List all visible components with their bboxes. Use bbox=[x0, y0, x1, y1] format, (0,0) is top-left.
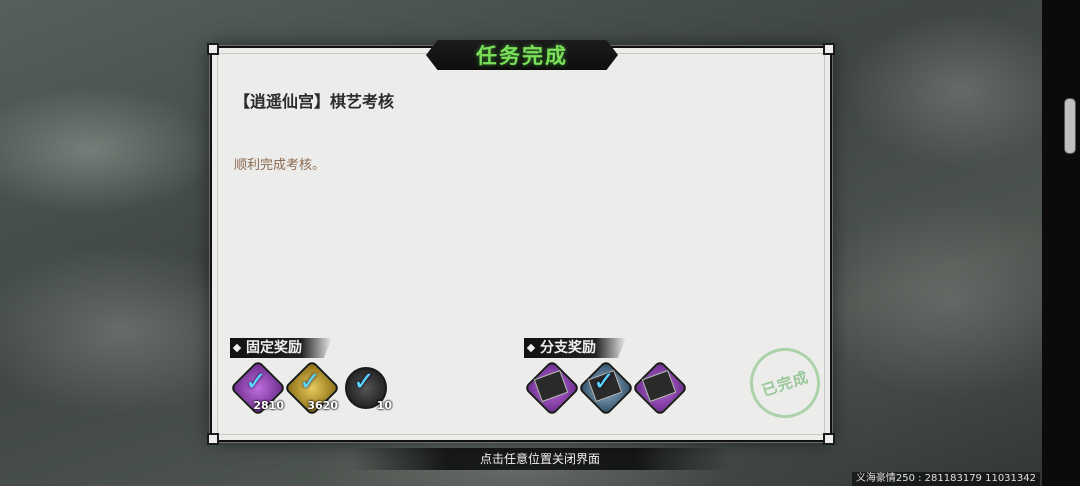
check-icon: ✓ bbox=[353, 367, 375, 397]
check-icon: ✓ bbox=[245, 367, 267, 397]
fixed-rewards-row: ✓ 2810 ✓ 3620 ✓ 10 bbox=[229, 359, 392, 417]
panel-corner bbox=[207, 433, 219, 445]
check-icon: ✓ bbox=[299, 367, 321, 397]
reward-item[interactable]: ✓ 2810 bbox=[229, 359, 287, 417]
panel-corner bbox=[207, 43, 219, 55]
branch-rewards-row: ✓ bbox=[523, 359, 689, 417]
quest-title: 【逍遥仙宫】棋艺考核 bbox=[234, 92, 395, 111]
reward-count: 3620 bbox=[307, 399, 338, 412]
quest-complete-dialog: 【逍遥仙宫】棋艺考核 顺利完成考核。 固定奖励 ✓ 2810 ✓ 3620 ✓ … bbox=[207, 43, 835, 445]
screen-edge-bar bbox=[1042, 0, 1080, 486]
side-handle[interactable] bbox=[1064, 98, 1076, 154]
fixed-rewards-label: 固定奖励 bbox=[230, 338, 332, 358]
dialog-title-bar: 任务完成 bbox=[426, 40, 618, 70]
reward-item[interactable]: ✓ 3620 bbox=[283, 359, 341, 417]
close-hint[interactable]: 点击任意位置关闭界面 bbox=[350, 448, 730, 470]
reward-item[interactable] bbox=[523, 359, 581, 417]
player-id-text: 义海豪情250 : 281183179 11031342 bbox=[851, 472, 1040, 486]
panel-corner bbox=[823, 433, 835, 445]
completed-stamp-text: 已完成 bbox=[759, 367, 811, 400]
reward-item[interactable]: ✓ bbox=[577, 359, 635, 417]
reward-item[interactable]: ✓ 10 bbox=[340, 362, 392, 412]
completed-stamp: 已完成 bbox=[740, 338, 830, 428]
branch-rewards-label: 分支奖励 bbox=[524, 338, 626, 358]
panel-corner bbox=[823, 43, 835, 55]
check-icon: ✓ bbox=[593, 367, 615, 397]
quest-description: 顺利完成考核。 bbox=[234, 158, 326, 173]
reward-count: 10 bbox=[376, 399, 392, 412]
reward-item[interactable] bbox=[631, 359, 689, 417]
dialog-title: 任务完成 bbox=[476, 44, 568, 68]
reward-count: 2810 bbox=[253, 399, 284, 412]
